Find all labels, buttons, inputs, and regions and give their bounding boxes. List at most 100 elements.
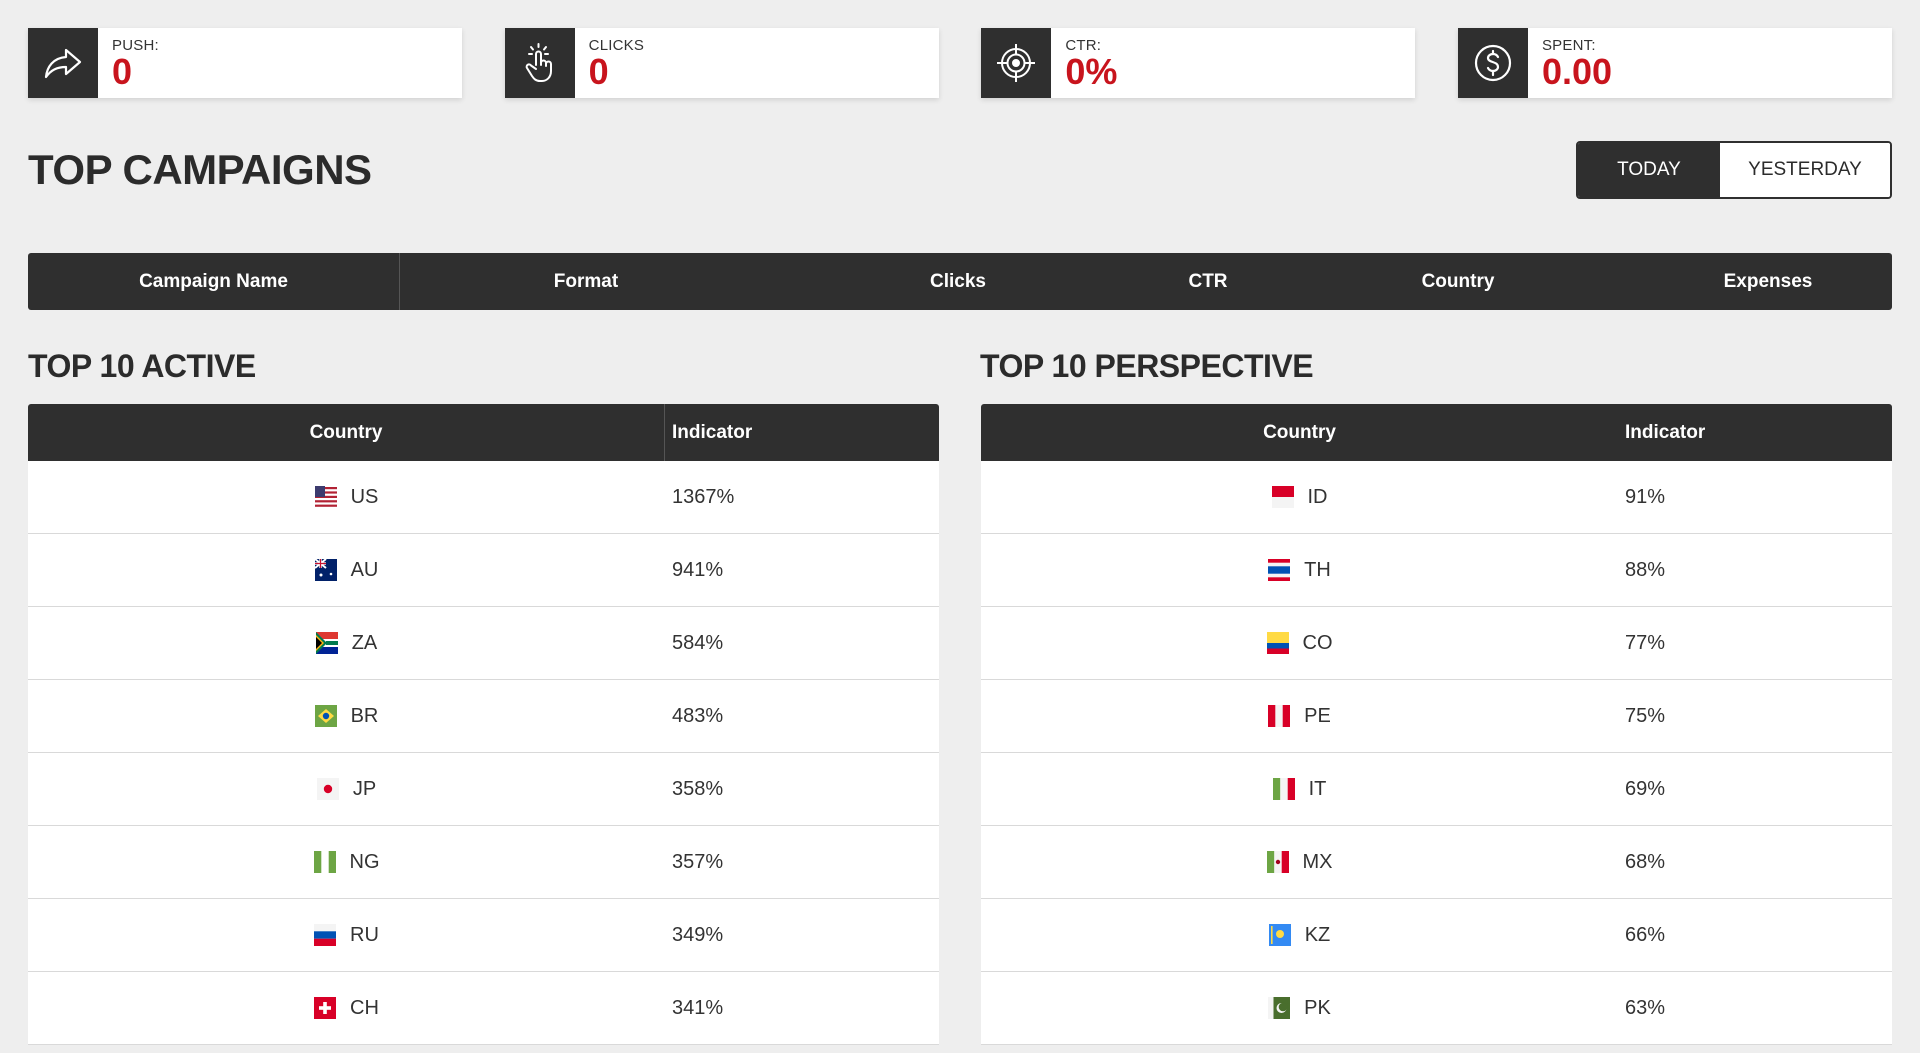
- flag-kz-icon: [1268, 924, 1291, 946]
- country-code: US: [350, 485, 379, 508]
- country-code: ID: [1307, 485, 1328, 508]
- table-row: RU 349%: [28, 899, 939, 972]
- country-cell: TH: [981, 559, 1618, 582]
- flag-ru-icon: [314, 924, 337, 946]
- stat-value-push: 0: [112, 51, 133, 92]
- indicator-cell: 1367%: [672, 485, 735, 508]
- country-code: RU: [350, 923, 379, 946]
- indicator-cell: 941%: [672, 558, 724, 581]
- dollar-circle-icon: [1457, 28, 1528, 98]
- column-clicks[interactable]: Clicks: [772, 253, 1144, 310]
- flag-co-icon: [1266, 632, 1289, 654]
- country-cell: IT: [981, 778, 1618, 801]
- indicator-cell: 358%: [672, 777, 724, 800]
- column-indicator: Indicator: [1625, 421, 1706, 443]
- indicator-cell: 88%: [1625, 558, 1666, 581]
- country-cell: CH: [28, 997, 665, 1020]
- country-cell: KZ: [981, 924, 1618, 947]
- stats-row: PUSH: 0 CLICKS 0 CTR: 0% SPENT: 0.00: [28, 28, 1892, 98]
- stat-card-clicks: CLICKS 0: [504, 28, 939, 98]
- country-cell: NG: [28, 851, 665, 874]
- stat-card-spent: SPENT: 0.00: [1457, 28, 1892, 98]
- top-perspective-table: Country Indicator ID 91% TH 88% CO 77% PE 75% IT…: [981, 404, 1892, 1045]
- column-indicator: Indicator: [672, 421, 753, 443]
- indicator-cell: 483%: [672, 704, 724, 727]
- target-icon: [981, 28, 1052, 98]
- column-country: Country: [1263, 421, 1336, 443]
- indicator-cell: 69%: [1625, 777, 1666, 800]
- country-cell: RU: [28, 924, 665, 947]
- stat-value-clicks: 0: [588, 51, 609, 92]
- country-cell: ZA: [28, 632, 665, 655]
- country-cell: JP: [28, 778, 665, 801]
- country-code: ZA: [351, 631, 378, 654]
- top-perspective-title: TOP 10 PERSPECTIVE: [980, 348, 1314, 384]
- table-row: BR 483%: [28, 680, 939, 753]
- column-country: Country: [28, 404, 665, 461]
- table-row: US 1367%: [28, 461, 939, 534]
- country-code: TH: [1304, 558, 1331, 581]
- country-cell: AU: [28, 559, 665, 582]
- flag-ch-icon: [314, 997, 337, 1019]
- indicator-cell: 77%: [1625, 631, 1666, 654]
- flag-it-icon: [1272, 778, 1295, 800]
- table-row: PK 63%: [981, 972, 1892, 1045]
- tap-hand-icon: [504, 28, 575, 98]
- flag-jp-icon: [316, 778, 339, 800]
- table-row: AU 941%: [28, 534, 939, 607]
- flag-pk-icon: [1268, 997, 1291, 1019]
- column-expenses[interactable]: Expenses: [1644, 253, 1892, 310]
- table-row: NG 357%: [28, 826, 939, 899]
- flag-mx-icon: [1266, 851, 1289, 873]
- country-code: AU: [350, 558, 379, 581]
- indicator-cell: 584%: [672, 631, 724, 654]
- flag-ng-icon: [313, 851, 336, 873]
- table-row: JP 358%: [28, 753, 939, 826]
- top-active-table: Country Indicator US 1367% AU 941% ZA 584% BR 4…: [28, 404, 939, 1045]
- country-cell: ID: [981, 486, 1618, 509]
- day-toggle: TODAY YESTERDAY: [1576, 141, 1892, 199]
- country-code: MX: [1302, 850, 1333, 873]
- flag-au-icon: [314, 559, 337, 581]
- stat-card-push: PUSH: 0: [28, 28, 462, 98]
- country-code: CH: [350, 996, 379, 1019]
- column-format[interactable]: Format: [400, 253, 772, 310]
- indicator-cell: 357%: [672, 850, 724, 873]
- flag-za-icon: [315, 632, 338, 654]
- country-cell: PE: [981, 705, 1618, 728]
- country-cell: PK: [981, 997, 1618, 1020]
- campaigns-table-header: Campaign Name Format Clicks CTR Country …: [28, 253, 1892, 310]
- table-row: ID 91%: [981, 461, 1892, 534]
- stat-value-ctr: 0%: [1065, 51, 1118, 92]
- table-header: Country Indicator: [28, 404, 939, 461]
- table-row: PE 75%: [981, 680, 1892, 753]
- share-arrow-icon: [28, 28, 98, 98]
- table-row: IT 69%: [981, 753, 1892, 826]
- country-code: PE: [1304, 704, 1331, 727]
- country-code: CO: [1302, 631, 1333, 654]
- table-header: Country Indicator: [981, 404, 1892, 461]
- column-ctr[interactable]: CTR: [1144, 253, 1272, 310]
- indicator-cell: 66%: [1625, 923, 1666, 946]
- country-code: NG: [349, 850, 380, 873]
- country-cell: BR: [28, 705, 665, 728]
- top-campaigns-title: TOP CAMPAIGNS: [28, 146, 372, 193]
- flag-id-icon: [1271, 486, 1294, 508]
- flag-pe-icon: [1268, 705, 1291, 727]
- country-cell: US: [28, 486, 665, 509]
- country-cell: MX: [981, 851, 1618, 874]
- stat-card-ctr: CTR: 0%: [981, 28, 1416, 98]
- dashboard-page: PUSH: 0 CLICKS 0 CTR: 0% SPENT: 0.00 TOP…: [0, 0, 1920, 1053]
- table-row: ZA 584%: [28, 607, 939, 680]
- table-row: KZ 66%: [981, 899, 1892, 972]
- country-cell: CO: [981, 632, 1618, 655]
- indicator-cell: 91%: [1625, 485, 1666, 508]
- column-campaign-name[interactable]: Campaign Name: [28, 253, 400, 310]
- country-code: BR: [350, 704, 379, 727]
- column-country[interactable]: Country: [1272, 253, 1644, 310]
- country-code: IT: [1308, 777, 1327, 800]
- country-code: KZ: [1304, 923, 1331, 946]
- table-row: TH 88%: [981, 534, 1892, 607]
- today-button[interactable]: TODAY: [1578, 143, 1720, 197]
- yesterday-button[interactable]: YESTERDAY: [1720, 143, 1890, 197]
